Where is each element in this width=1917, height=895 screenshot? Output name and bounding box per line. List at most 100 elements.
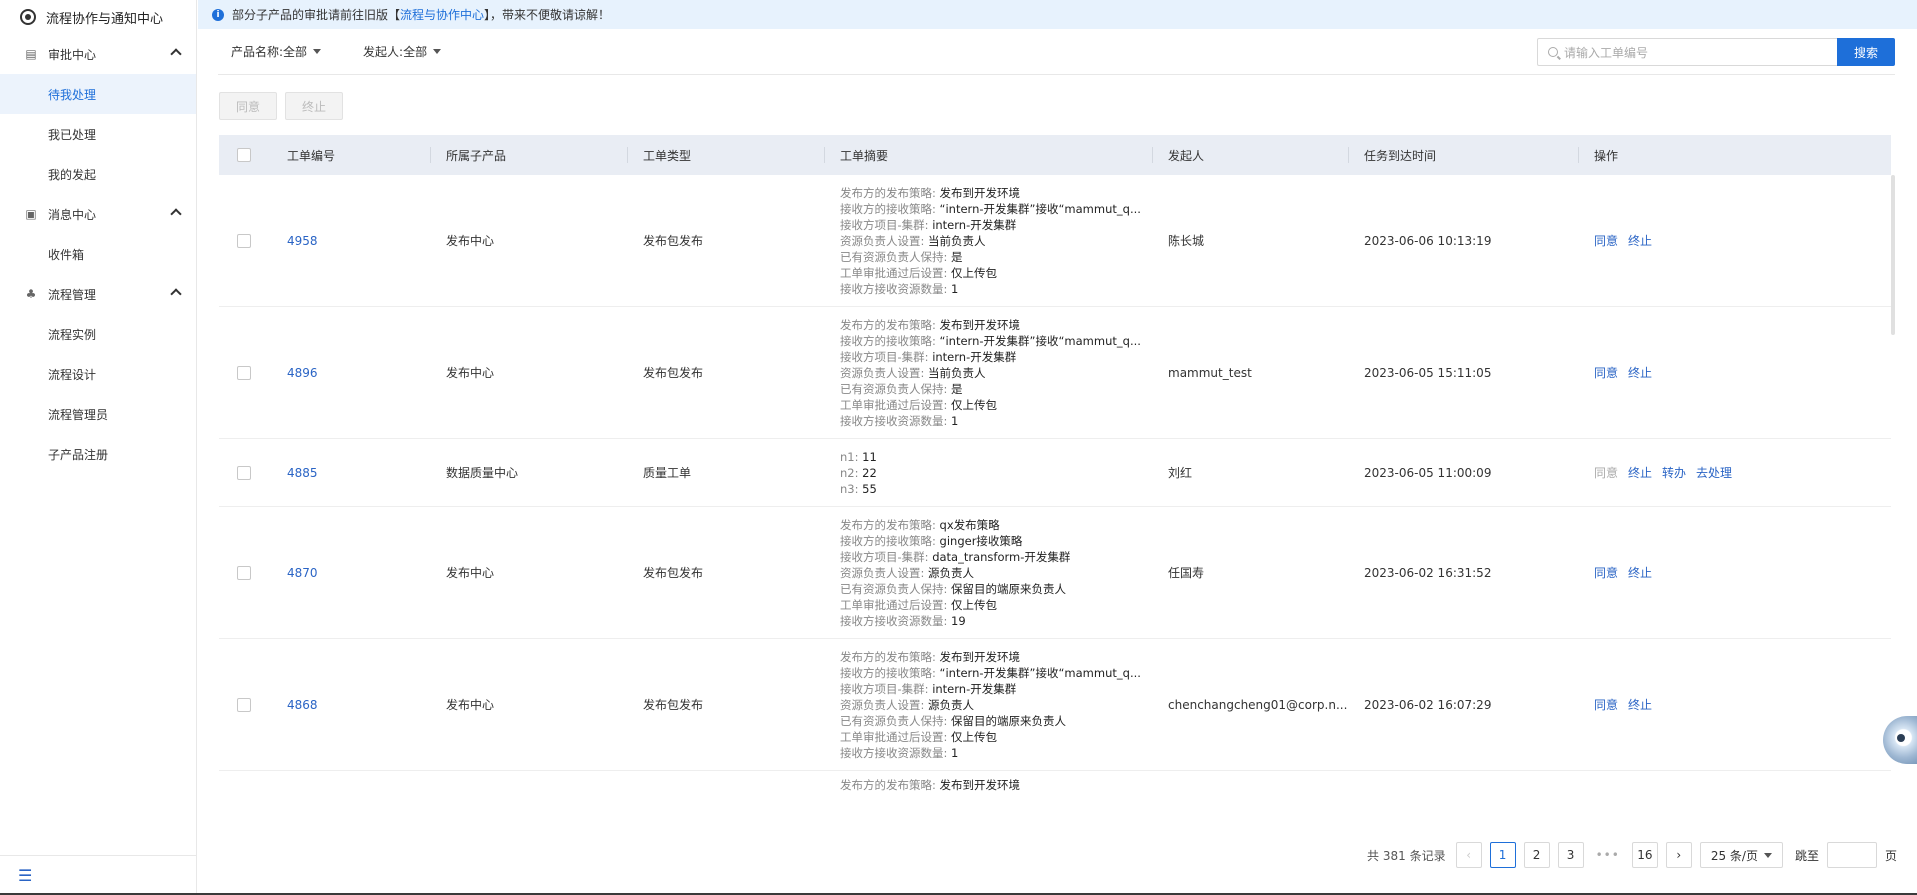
header-product: 所属子产品 (430, 135, 627, 175)
product-cell: 数据质量中心 (446, 466, 519, 480)
terminate-button[interactable]: 终止 (1628, 464, 1652, 481)
terminate-button[interactable]: 终止 (1628, 564, 1652, 581)
type-cell: 质量工单 (643, 466, 692, 480)
caret-down-icon (1763, 852, 1772, 858)
ops-cell: 同意 终止 (1578, 696, 1891, 713)
ticket-table: 工单编号 所属子产品 工单类型 工单摘要 发起人 任务到达时间 操作 4958 发… (219, 135, 1891, 801)
message-icon: ▣ (25, 207, 37, 221)
caret-down-icon (433, 49, 442, 54)
hierarchy-icon: ♣ (25, 287, 37, 301)
app-title: 流程协作与通知中心 (0, 0, 196, 34)
ticket-id-link[interactable]: 4885 (266, 466, 430, 480)
vertical-scrollbar[interactable] (1891, 175, 1895, 335)
page-16[interactable]: 16 (1631, 842, 1658, 868)
transfer-button[interactable]: 转办 (1662, 464, 1686, 481)
main-content: i 部分子产品的审批请前往旧版【 流程与协作中心 】，带来不便敬请谅解！ 产品名… (198, 0, 1917, 893)
row-checkbox[interactable] (237, 565, 251, 580)
approve-button[interactable]: 同意 (1594, 696, 1618, 713)
table-row: 4958 发布中心 发布包发布 发布方的发布策略: 发布到开发环境 接收方的接收策略: … (219, 175, 1891, 307)
batch-approve-button[interactable]: 同意 (219, 92, 277, 120)
row-checkbox[interactable] (237, 233, 251, 248)
initiator-cell: 任国寿 (1168, 566, 1205, 580)
table-header: 工单编号 所属子产品 工单类型 工单摘要 发起人 任务到达时间 操作 (219, 135, 1891, 175)
search-icon (1548, 47, 1558, 57)
approve-button[interactable]: 同意 (1594, 364, 1618, 381)
sidebar-item-pending[interactable]: 待我处理 (0, 74, 196, 114)
summary-cell: 发布方的发布策略: 发布到开发环境 (840, 778, 1021, 792)
notice-bar: i 部分子产品的审批请前往旧版【 流程与协作中心 】，带来不便敬请谅解！ (198, 0, 1917, 29)
jump-label: 跳至 (1794, 848, 1819, 863)
summary-cell: 发布方的发布策略: 发布到开发环境 接收方的接收策略: “intern-开发集群”… (840, 317, 1141, 428)
approve-button[interactable]: 同意 (1594, 232, 1618, 249)
sidebar-item-instances[interactable]: 流程实例 (0, 314, 196, 354)
next-page-button[interactable]: › (1665, 842, 1692, 868)
select-all-checkbox[interactable] (237, 148, 251, 162)
row-checkbox[interactable] (237, 465, 251, 480)
product-filter[interactable]: 产品名称:全部 (231, 43, 322, 60)
terminate-button[interactable]: 终止 (1628, 696, 1652, 713)
sidebar-item-initiated[interactable]: 我的发起 (0, 154, 196, 194)
row-checkbox[interactable] (237, 365, 251, 380)
caret-down-icon (313, 49, 322, 54)
time-cell: 2023-06-02 16:31:52 (1364, 565, 1492, 580)
ops-cell: 同意 终止 (1578, 364, 1891, 381)
sidebar-item-admins[interactable]: 流程管理员 (0, 394, 196, 434)
app-logo-icon (20, 9, 36, 25)
terminate-button[interactable]: 终止 (1628, 364, 1652, 381)
initiator-cell: mammut_test (1168, 365, 1252, 380)
table-row: 4885 数据质量中心 质量工单 n1: 11 n2: 22 n3: 55 刘红 2023-0… (219, 439, 1891, 507)
initiator-filter[interactable]: 发起人:全部 (363, 43, 442, 60)
header-type: 工单类型 (627, 135, 824, 175)
ops-cell: 同意 终止 转办 去处理 (1578, 464, 1891, 481)
initiator-cell: 陈长城 (1168, 234, 1205, 248)
ticket-id-link[interactable]: 4896 (266, 366, 430, 380)
approve-button[interactable]: 同意 (1594, 564, 1618, 581)
chevron-up-icon (170, 46, 180, 56)
jump-page-input[interactable] (1826, 842, 1877, 868)
filter-bar: 产品名称:全部 发起人:全部 请输入工单编号 搜索 (198, 29, 1917, 74)
table-body: 4958 发布中心 发布包发布 发布方的发布策略: 发布到开发环境 接收方的接收策略: … (219, 175, 1891, 801)
terminate-button[interactable]: 终止 (1628, 232, 1652, 249)
product-cell: 发布中心 (446, 366, 495, 380)
table-row: 4896 发布中心 发布包发布 发布方的发布策略: 发布到开发环境 接收方的接收策略: … (219, 307, 1891, 439)
search-group: 请输入工单编号 搜索 (1537, 38, 1895, 66)
search-input[interactable]: 请输入工单编号 (1537, 38, 1837, 66)
sidebar-item-processed[interactable]: 我已处理 (0, 114, 196, 154)
sidebar-item-inbox[interactable]: 收件箱 (0, 234, 196, 274)
handle-button[interactable]: 去处理 (1696, 464, 1732, 481)
header-id: 工单编号 (287, 148, 336, 163)
initiator-cell: 刘红 (1168, 466, 1193, 480)
ticket-id-link[interactable]: 4870 (266, 566, 430, 580)
prev-page-button[interactable]: ‹ (1455, 842, 1482, 868)
table-row: 4868 发布中心 发布包发布 发布方的发布策略: 发布到开发环境 接收方的接收策略: … (219, 639, 1891, 771)
sidebar-group-messages[interactable]: ▣ 消息中心 (0, 194, 196, 234)
sidebar-item-subproduct-register[interactable]: 子产品注册 (0, 434, 196, 474)
page-size-select[interactable]: 25 条/页 (1699, 842, 1783, 868)
sidebar-group-process[interactable]: ♣ 流程管理 (0, 274, 196, 314)
page-3[interactable]: 3 (1557, 842, 1584, 868)
row-checkbox[interactable] (237, 697, 251, 712)
product-cell: 发布中心 (446, 234, 495, 248)
summary-cell: 发布方的发布策略: 发布到开发环境 接收方的接收策略: “intern-开发集群”… (840, 185, 1141, 296)
ticket-id-link[interactable]: 4958 (266, 234, 430, 248)
action-bar: 同意 终止 (198, 74, 1917, 132)
page-2[interactable]: 2 (1523, 842, 1550, 868)
sidebar-group-approval[interactable]: ▤ 审批中心 (0, 34, 196, 74)
search-button[interactable]: 搜索 (1837, 38, 1895, 66)
summary-cell: n1: 11 n2: 22 n3: 55 (840, 449, 877, 496)
header-time: 任务到达时间 (1348, 135, 1578, 175)
pagination: 共 381 条记录 ‹ 1 2 3 ••• 16 › 25 条/页 跳至 页 (1367, 842, 1897, 868)
table-row-partial: 发布方的发布策略: 发布到开发环境 (219, 771, 1891, 801)
ticket-id-link[interactable]: 4868 (266, 698, 430, 712)
type-cell: 发布包发布 (643, 234, 704, 248)
page-ellipsis[interactable]: ••• (1591, 842, 1624, 868)
collapse-sidebar-icon[interactable]: ☰ (0, 855, 197, 895)
total-count: 共 381 条记录 (1367, 848, 1446, 863)
approve-button[interactable]: 同意 (1594, 464, 1618, 481)
sidebar: 流程协作与通知中心 ▤ 审批中心 待我处理 我已处理 我的发起 ▣ 消息中心 收… (0, 0, 197, 895)
table-row: 4870 发布中心 发布包发布 发布方的发布策略: qx发布策略 接收方的接收策略: g… (219, 507, 1891, 639)
batch-terminate-button[interactable]: 终止 (285, 92, 343, 120)
sidebar-item-design[interactable]: 流程设计 (0, 354, 196, 394)
page-1[interactable]: 1 (1489, 842, 1516, 868)
notice-link[interactable]: 流程与协作中心 (400, 6, 484, 23)
